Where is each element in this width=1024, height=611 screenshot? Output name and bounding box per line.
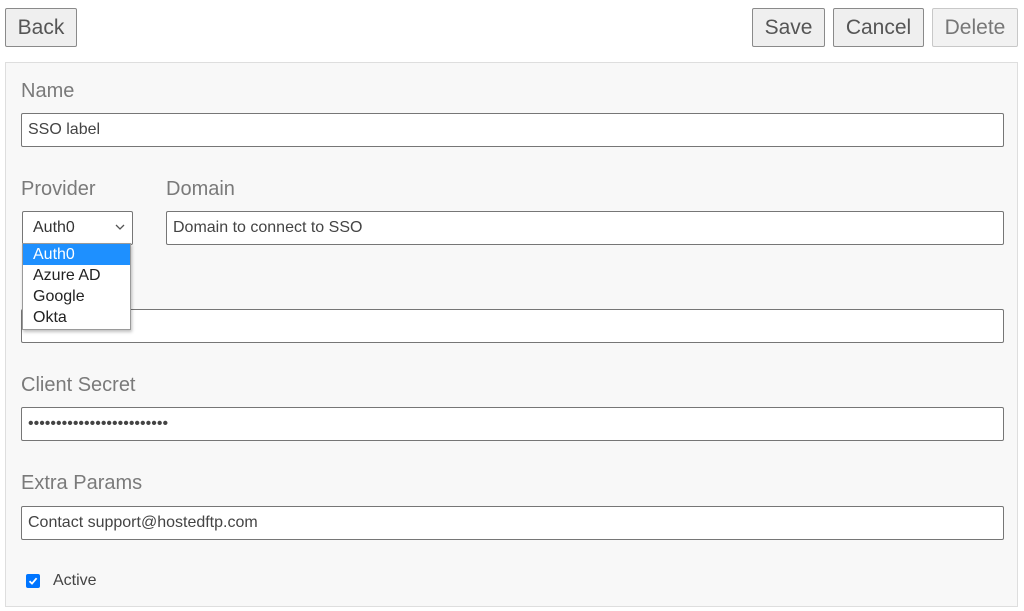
provider-select[interactable]: Auth0 [22, 211, 133, 245]
chevron-down-icon [115, 224, 125, 230]
extra-params-label: Extra Params [21, 472, 143, 494]
delete-button: Delete [932, 8, 1018, 47]
client-secret-label: Client Secret [21, 374, 136, 396]
active-checkbox-row[interactable]: Active [26, 572, 97, 590]
provider-dropdown-list[interactable]: Auth0 Azure AD Google Okta [22, 243, 131, 330]
active-checkbox[interactable] [26, 574, 40, 588]
provider-option[interactable]: Google [23, 286, 130, 307]
extra-params-input[interactable] [21, 506, 1004, 540]
provider-label: Provider [21, 178, 96, 200]
domain-input[interactable] [166, 211, 1004, 245]
back-button[interactable]: Back [5, 8, 77, 47]
provider-option[interactable]: Okta [23, 307, 130, 328]
client-secret-input[interactable] [21, 407, 1004, 441]
cancel-button[interactable]: Cancel [833, 8, 924, 47]
provider-option[interactable]: Azure AD [23, 265, 130, 286]
name-input[interactable] [21, 113, 1004, 147]
provider-option[interactable]: Auth0 [23, 244, 130, 265]
save-button[interactable]: Save [752, 8, 825, 47]
active-label: Active [53, 572, 97, 589]
checkmark-icon [28, 577, 38, 585]
sso-form-panel: Name Provider Auth0 Domain Client Secret… [5, 62, 1018, 607]
name-label: Name [21, 80, 75, 102]
domain-label: Domain [166, 178, 235, 200]
client-id-input[interactable] [21, 309, 1004, 343]
provider-selected-value: Auth0 [33, 219, 75, 236]
